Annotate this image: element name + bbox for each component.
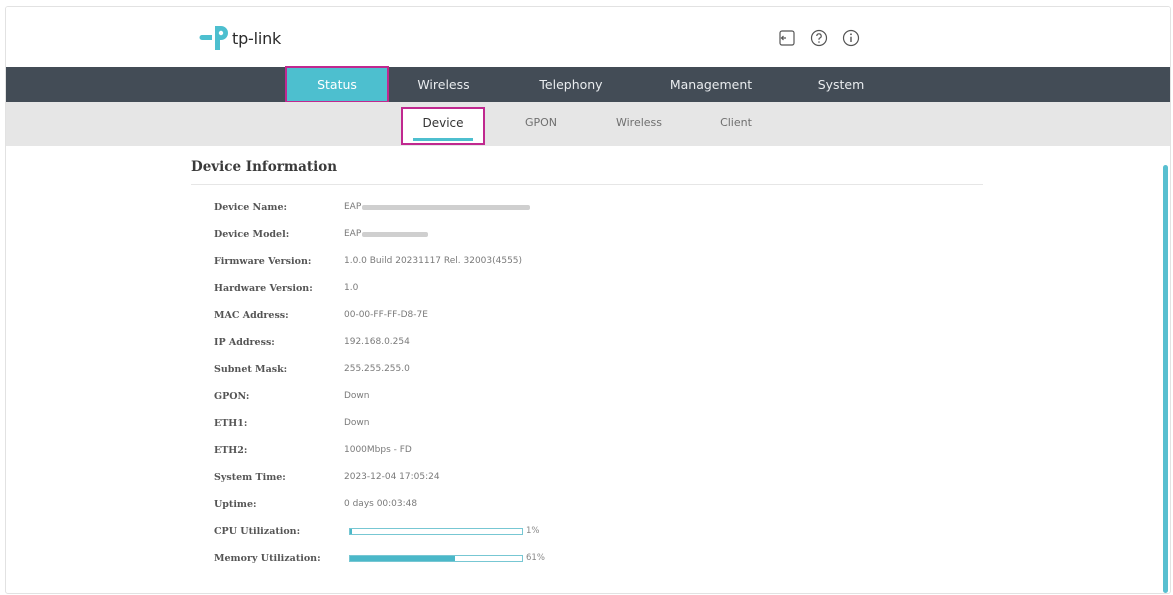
info-label: ETH1: [214, 417, 248, 429]
main-nav: Status Wireless Telephony Management Sys… [6, 66, 1170, 103]
info-row-hardware: Hardware Version: 1.0 [214, 280, 358, 296]
device-model-value: EAP [344, 229, 362, 239]
info-label: CPU Utilization: [214, 525, 301, 537]
uptime-value: 0 days 00:03:48 [344, 499, 418, 509]
router-admin-window: tp-link Status Wireless Telephony Manage… [5, 6, 1171, 594]
info-row-cpu-utilization: CPU Utilization: 1% [214, 523, 540, 539]
subnet-value: 255.255.255.0 [344, 364, 410, 374]
main-nav-system[interactable]: System [801, 67, 881, 102]
sub-nav [6, 102, 1170, 146]
brand-name: tp-link [232, 28, 282, 48]
header-icon-group [776, 27, 862, 49]
info-value: 1% [344, 526, 540, 536]
section-divider [191, 184, 983, 185]
hardware-value: 1.0 [344, 283, 359, 293]
redacted-blur [362, 204, 531, 210]
info-row-subnet: Subnet Mask: 255.255.255.0 [214, 361, 410, 377]
info-label: Device Model: [214, 228, 290, 240]
info-value: 61% [344, 553, 545, 563]
info-label: Memory Utilization: [214, 552, 321, 564]
info-label: Firmware Version: [214, 255, 312, 267]
mac-value: 00-00-FF-FF-D8-7E [344, 310, 428, 320]
info-row-memory-utilization: Memory Utilization: 61% [214, 550, 545, 566]
info-row-device-model: Device Model: EAP [214, 226, 429, 242]
info-label: System Time: [214, 471, 286, 483]
sub-nav-device[interactable]: Device [403, 102, 483, 146]
info-label: ETH2: [214, 444, 248, 456]
sub-nav-wireless[interactable]: Wireless [604, 102, 674, 146]
main-nav-telephony[interactable]: Telephony [521, 67, 621, 102]
sub-nav-client[interactable]: Client [706, 102, 766, 146]
cpu-utilization-bar [349, 527, 523, 535]
help-icon[interactable] [808, 27, 830, 49]
info-label: GPON: [214, 390, 250, 402]
eth1-value: Down [344, 418, 370, 428]
info-row-eth2: ETH2: 1000Mbps - FD [214, 442, 412, 458]
info-row-eth1: ETH1: Down [214, 415, 370, 431]
info-row-ip: IP Address: 192.168.0.254 [214, 334, 410, 350]
firmware-value: 1.0.0 Build 20231117 Rel. 32003(4555) [344, 256, 523, 266]
info-row-device-name: Device Name: EAP [214, 199, 531, 215]
info-label: MAC Address: [214, 309, 289, 321]
info-row-firmware: Firmware Version: 1.0.0 Build 20231117 R… [214, 253, 522, 269]
main-nav-status[interactable]: Status [285, 66, 389, 103]
tp-link-logo-icon [199, 24, 229, 52]
memory-utilization-fill [350, 555, 455, 561]
info-label: Uptime: [214, 498, 257, 510]
section-title: Device Information [191, 159, 338, 175]
cpu-utilization-percent: 1% [526, 526, 540, 536]
info-row-mac: MAC Address: 00-00-FF-FF-D8-7E [214, 307, 428, 323]
cpu-utilization-fill [350, 528, 352, 534]
sub-nav-gpon[interactable]: GPON [511, 102, 571, 146]
device-name-value: EAP [344, 202, 362, 212]
info-label: Subnet Mask: [214, 363, 288, 375]
vertical-scrollbar[interactable] [1163, 165, 1168, 593]
memory-utilization-percent: 61% [526, 553, 545, 563]
main-nav-management[interactable]: Management [656, 67, 766, 102]
main-nav-wireless[interactable]: Wireless [401, 67, 486, 102]
info-value: EAP [344, 202, 531, 212]
gpon-value: Down [344, 391, 370, 401]
info-label: IP Address: [214, 336, 275, 348]
info-label: Hardware Version: [214, 282, 313, 294]
redacted-blur [362, 231, 429, 237]
info-icon[interactable] [840, 27, 862, 49]
info-row-uptime: Uptime: 0 days 00:03:48 [214, 496, 417, 512]
memory-utilization-bar [349, 554, 523, 562]
info-label: Device Name: [214, 201, 287, 213]
info-value: EAP [344, 229, 429, 239]
device-information-panel: Device Information Device Name: EAP Devi… [6, 146, 1170, 593]
info-row-system-time: System Time: 2023-12-04 17:05:24 [214, 469, 440, 485]
tp-link-logo[interactable]: tp-link [199, 24, 281, 52]
system-time-value: 2023-12-04 17:05:24 [344, 472, 440, 482]
header: tp-link [6, 7, 1170, 67]
logout-icon[interactable] [776, 27, 798, 49]
eth2-value: 1000Mbps - FD [344, 445, 412, 455]
ip-value: 192.168.0.254 [344, 337, 410, 347]
info-row-gpon: GPON: Down [214, 388, 370, 404]
